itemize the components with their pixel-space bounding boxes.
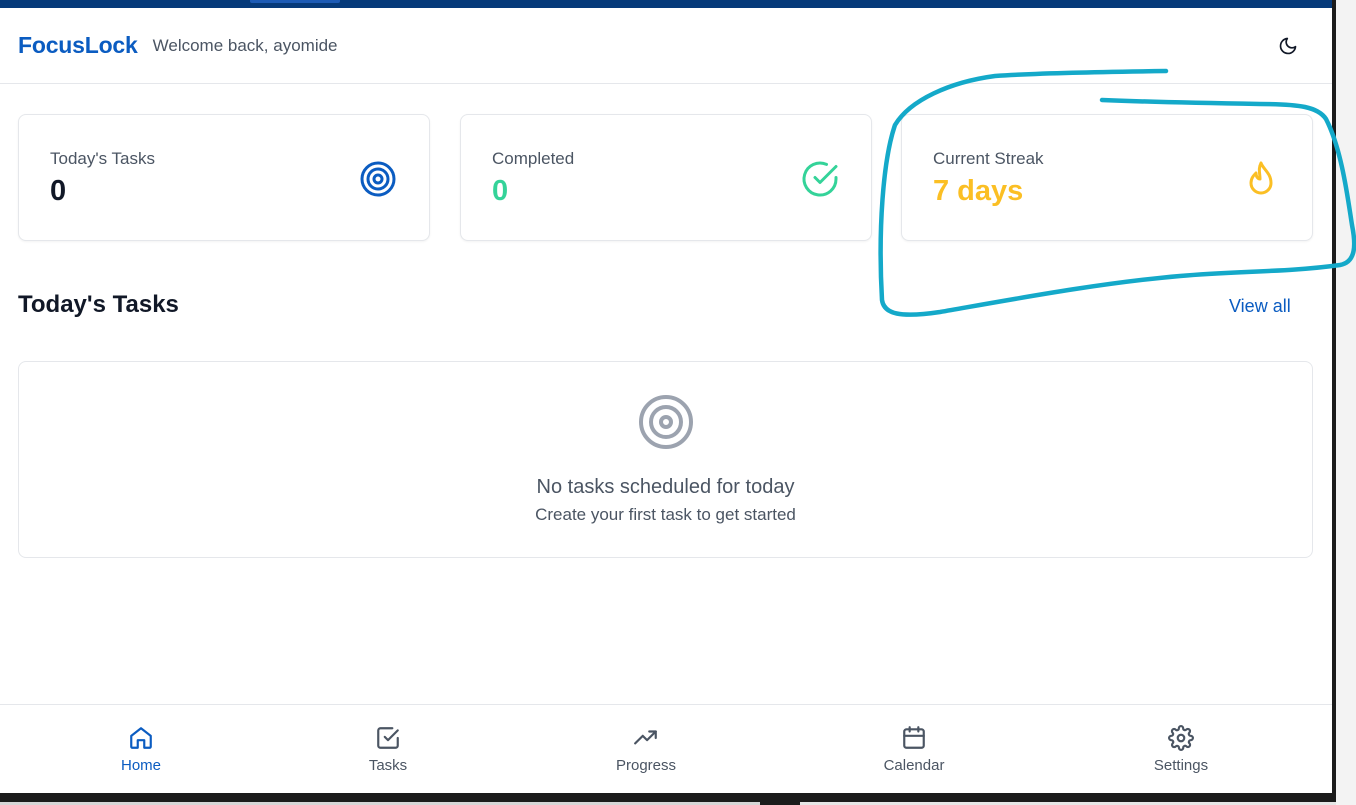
window-frame-bottom <box>0 793 1336 805</box>
checkbox-icon <box>377 727 399 749</box>
view-all-link[interactable]: View all <box>1229 296 1291 317</box>
check-circle-icon <box>802 161 838 197</box>
browser-top-bar <box>0 0 1332 8</box>
calendar-icon <box>903 726 925 749</box>
nav-label: Settings <box>1153 757 1209 774</box>
stat-value: 0 <box>50 175 67 207</box>
gear-icon <box>1168 725 1194 751</box>
stat-label: Today's Tasks <box>50 149 155 168</box>
moon-icon <box>1279 37 1297 55</box>
stat-card-current-streak: Current Streak 7 days <box>901 114 1313 241</box>
stat-label: Completed <box>492 149 575 168</box>
empty-state-title: No tasks scheduled for today <box>536 476 795 498</box>
app-header: FocusLock Welcome back, ayomide <box>0 8 1332 84</box>
nav-label: Home <box>120 757 161 774</box>
stat-label: Current Streak <box>933 149 1044 168</box>
tab-indicator <box>250 0 340 3</box>
nav-label: Progress <box>615 757 677 774</box>
stat-value: 0 <box>492 175 509 207</box>
nav-label: Tasks <box>368 757 408 774</box>
nav-item-tasks[interactable]: Tasks <box>323 725 453 774</box>
stat-value: 7 days <box>933 175 1024 207</box>
nav-item-progress[interactable]: Progress <box>581 725 711 774</box>
target-icon <box>360 161 396 197</box>
stat-card-todays-tasks: Today's Tasks 0 <box>18 114 430 241</box>
stat-card-completed: Completed 0 <box>460 114 872 241</box>
trending-up-icon <box>634 730 657 745</box>
empty-state-panel: No tasks scheduled for today Create your… <box>18 361 1313 558</box>
bottom-navigation: Home Tasks Progress Calendar Settings <box>0 704 1332 793</box>
nav-item-calendar[interactable]: Calendar <box>849 725 979 774</box>
section-title: Today's Tasks <box>18 291 179 318</box>
welcome-message: Welcome back, ayomide <box>152 35 338 55</box>
nav-label: Calendar <box>883 757 945 774</box>
theme-toggle-button[interactable] <box>1274 32 1302 60</box>
desktop-background <box>1336 0 1356 805</box>
home-icon <box>130 727 152 749</box>
target-icon <box>639 395 693 449</box>
nav-item-home[interactable]: Home <box>76 725 206 774</box>
empty-state-subtitle: Create your first task to get started <box>535 505 796 524</box>
flame-icon <box>1249 161 1273 195</box>
app-logo[interactable]: FocusLock <box>18 32 138 59</box>
nav-item-settings[interactable]: Settings <box>1116 725 1246 774</box>
